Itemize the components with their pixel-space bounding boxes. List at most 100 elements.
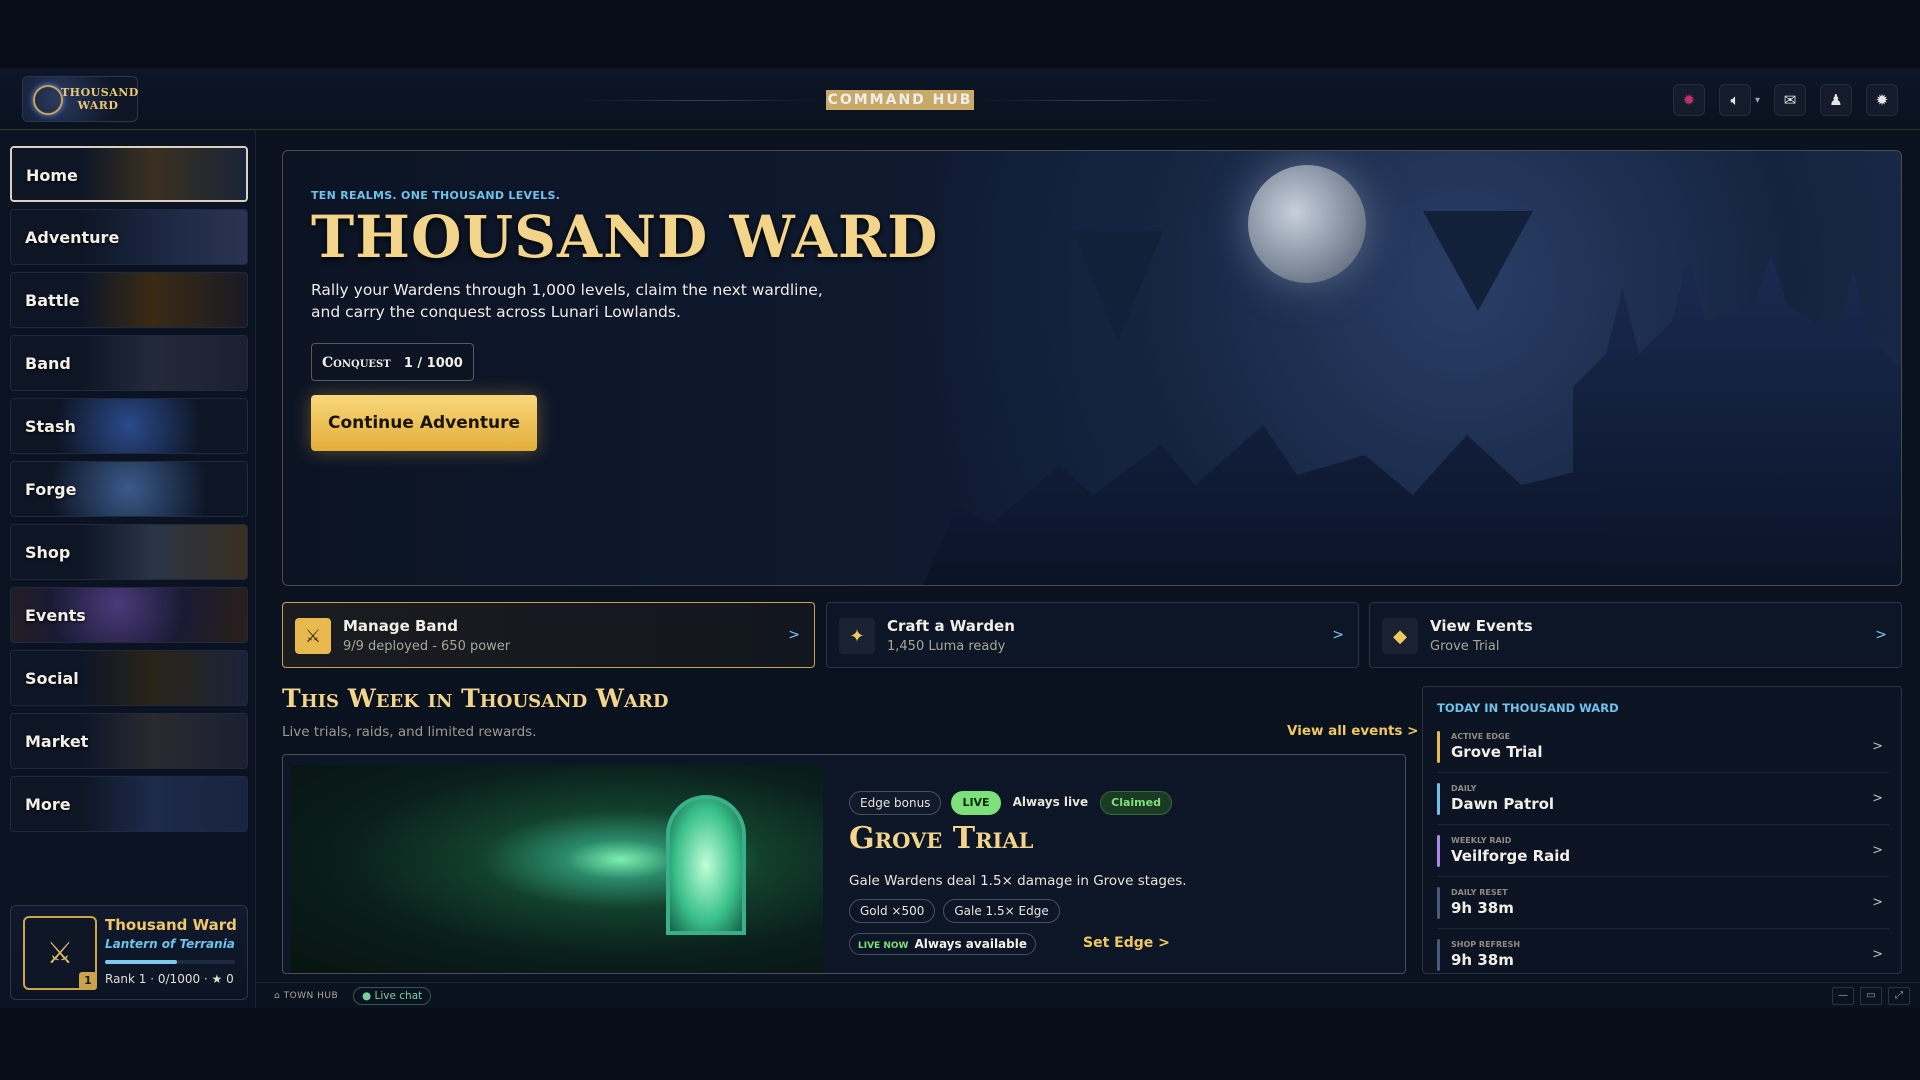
row-accent — [1437, 939, 1440, 971]
today-row-shop-refresh[interactable]: SHOP REFRESH 9h 38m > — [1437, 931, 1889, 973]
view-events-card[interactable]: ◆ View Events Grove Trial > — [1369, 602, 1902, 668]
card-subtitle: Grove Trial — [1430, 639, 1500, 654]
swords-icon: ⚔ — [295, 618, 331, 654]
sidebar-item-label: Home — [26, 166, 78, 185]
row-accent — [1437, 835, 1440, 867]
live-badge: LIVE — [951, 791, 1001, 815]
today-row-weekly-raid[interactable]: WEEKLY RAID Veilforge Raid > — [1437, 827, 1889, 877]
sidebar-item-label: Social — [25, 669, 79, 688]
sidebar-item-forge[interactable]: Forge — [10, 461, 248, 517]
row-accent — [1437, 731, 1440, 763]
chevron-down-icon[interactable]: ▾ — [1755, 95, 1760, 106]
page-title: COMMAND HUB — [826, 90, 974, 110]
top-bar: THOUSAND WARD COMMAND HUB ✹ 🔈︎ ▾ ✉ ♟ ✹ — [0, 68, 1920, 130]
xp-progress-fill — [105, 960, 177, 964]
manage-band-card[interactable]: ⚔ Manage Band 9/9 deployed - 650 power > — [282, 602, 815, 668]
hero-description: Rally your Wardens through 1,000 levels,… — [311, 281, 823, 321]
game-logo[interactable]: THOUSAND WARD — [22, 76, 138, 122]
card-subtitle: 1,450 Luma ready — [887, 639, 1006, 654]
row-value: Veilforge Raid — [1451, 847, 1571, 865]
sidebar-item-adventure[interactable]: Adventure — [10, 209, 248, 265]
bell-icon[interactable]: ♟ — [1820, 84, 1852, 116]
event-description: Gale Wardens deal 1.5× damage in Grove s… — [849, 873, 1187, 889]
today-row-daily[interactable]: DAILY Dawn Patrol > — [1437, 775, 1889, 825]
minimize-icon[interactable]: — — [1832, 987, 1854, 1005]
chevron-right-icon: > — [1872, 947, 1883, 962]
title-divider — [980, 100, 1220, 101]
event-title: Grove Trial — [849, 821, 1034, 856]
sidebar-item-label: Adventure — [25, 228, 120, 247]
reward-chip: Gale 1.5× Edge — [943, 899, 1060, 923]
claimed-badge: Claimed — [1100, 791, 1172, 815]
today-heading: TODAY IN THOUSAND WARD — [1437, 701, 1619, 715]
xp-progress-bar — [105, 960, 235, 964]
live-chat-button[interactable]: ● Live chat — [353, 987, 432, 1005]
top-toolbar: ✹ 🔈︎ ▾ ✉ ♟ ✹ — [1672, 84, 1898, 116]
live-now-value: Always available — [914, 937, 1027, 951]
chevron-right-icon: > — [1872, 791, 1883, 806]
hero-kicker: TEN REALMS. ONE THOUSAND LEVELS. — [311, 189, 561, 202]
row-key: DAILY — [1451, 784, 1477, 793]
live-now-label: LIVE NOW — [858, 941, 909, 951]
section-subtitle: Live trials, raids, and limited rewards. — [282, 724, 537, 740]
bug-icon[interactable]: ✹ — [1672, 84, 1705, 116]
speaker-icon[interactable]: 🔈︎ — [1718, 84, 1751, 116]
sidebar-item-shop[interactable]: Shop — [10, 524, 248, 580]
row-value: Dawn Patrol — [1451, 795, 1555, 813]
chevron-right-icon: > — [1332, 627, 1344, 643]
view-all-events-link[interactable]: View all events > — [1287, 723, 1418, 739]
row-value: 9h 38m — [1451, 951, 1514, 969]
card-title: Manage Band — [343, 617, 458, 635]
status-bar: ⌂ TOWN HUB ● Live chat — ▭ ⤢ — [256, 982, 1920, 1008]
portal-art — [666, 795, 746, 935]
logo-emblem-icon — [33, 85, 63, 115]
sidebar-item-battle[interactable]: Battle — [10, 272, 248, 328]
sidebar-item-more[interactable]: More — [10, 776, 248, 832]
gear-icon[interactable]: ✹ — [1866, 84, 1898, 116]
chevron-right-icon: > — [1872, 895, 1883, 910]
sidebar-item-band[interactable]: Band — [10, 335, 248, 391]
player-title: Lantern of Terrania — [105, 937, 235, 951]
craft-warden-card[interactable]: ✦ Craft a Warden 1,450 Luma ready > — [826, 602, 1359, 668]
town-hub-link[interactable]: ⌂ TOWN HUB — [274, 991, 338, 1001]
always-live-tag: Always live — [1012, 795, 1089, 809]
player-rank: Rank 1 · 0/1000 · ★ 0 — [105, 972, 234, 986]
set-edge-button[interactable]: Set Edge > — [1083, 935, 1170, 951]
today-row-active-edge[interactable]: ACTIVE EDGE Grove Trial > — [1437, 723, 1889, 773]
sidebar-item-label: Shop — [25, 543, 71, 562]
logo-text: THOUSAND WARD — [61, 86, 139, 112]
today-panel: TODAY IN THOUSAND WARD ACTIVE EDGE Grove… — [1422, 686, 1902, 974]
mail-icon[interactable]: ✉ — [1774, 84, 1806, 116]
sidebar-item-stash[interactable]: Stash — [10, 398, 248, 454]
sparkle-icon: ✦ — [839, 618, 875, 654]
player-profile-card[interactable]: ⚔ 1 Thousand Ward Lantern of Terrania Ra… — [10, 905, 248, 1000]
fullscreen-icon[interactable]: ⤢ — [1888, 987, 1910, 1005]
moon-art — [1248, 165, 1366, 283]
chevron-right-icon: > — [788, 627, 800, 643]
card-title: View Events — [1430, 617, 1533, 635]
sidebar-item-events[interactable]: Events — [10, 587, 248, 643]
player-name: Thousand Ward — [105, 916, 237, 934]
row-value: Grove Trial — [1451, 743, 1543, 761]
event-image — [291, 765, 823, 973]
event-tags: Edge bonus LIVE Always live Claimed — [849, 791, 1172, 815]
edge-bonus-tag: Edge bonus — [849, 791, 942, 815]
conquest-label: Conquest — [322, 355, 391, 371]
row-value: 9h 38m — [1451, 899, 1514, 917]
continue-adventure-button[interactable]: Continue Adventure — [311, 395, 537, 451]
sidebar-item-social[interactable]: Social — [10, 650, 248, 706]
today-row-daily-reset[interactable]: DAILY RESET 9h 38m > — [1437, 879, 1889, 929]
sidebar-item-label: Events — [25, 606, 86, 625]
sidebar-item-label: Stash — [25, 417, 76, 436]
row-key: WEEKLY RAID — [1451, 836, 1512, 845]
row-key: DAILY RESET — [1451, 888, 1508, 897]
card-title: Craft a Warden — [887, 617, 1015, 635]
chevron-right-icon: > — [1872, 739, 1883, 754]
hero-title: THOUSAND WARD — [311, 203, 939, 271]
restore-icon[interactable]: ▭ — [1860, 987, 1882, 1005]
window-controls: — ▭ ⤢ — [1832, 987, 1910, 1005]
sidebar-item-home[interactable]: Home — [10, 146, 248, 202]
sidebar-item-market[interactable]: Market — [10, 713, 248, 769]
row-accent — [1437, 887, 1440, 919]
section-title: This Week in Thousand Ward — [282, 684, 669, 713]
